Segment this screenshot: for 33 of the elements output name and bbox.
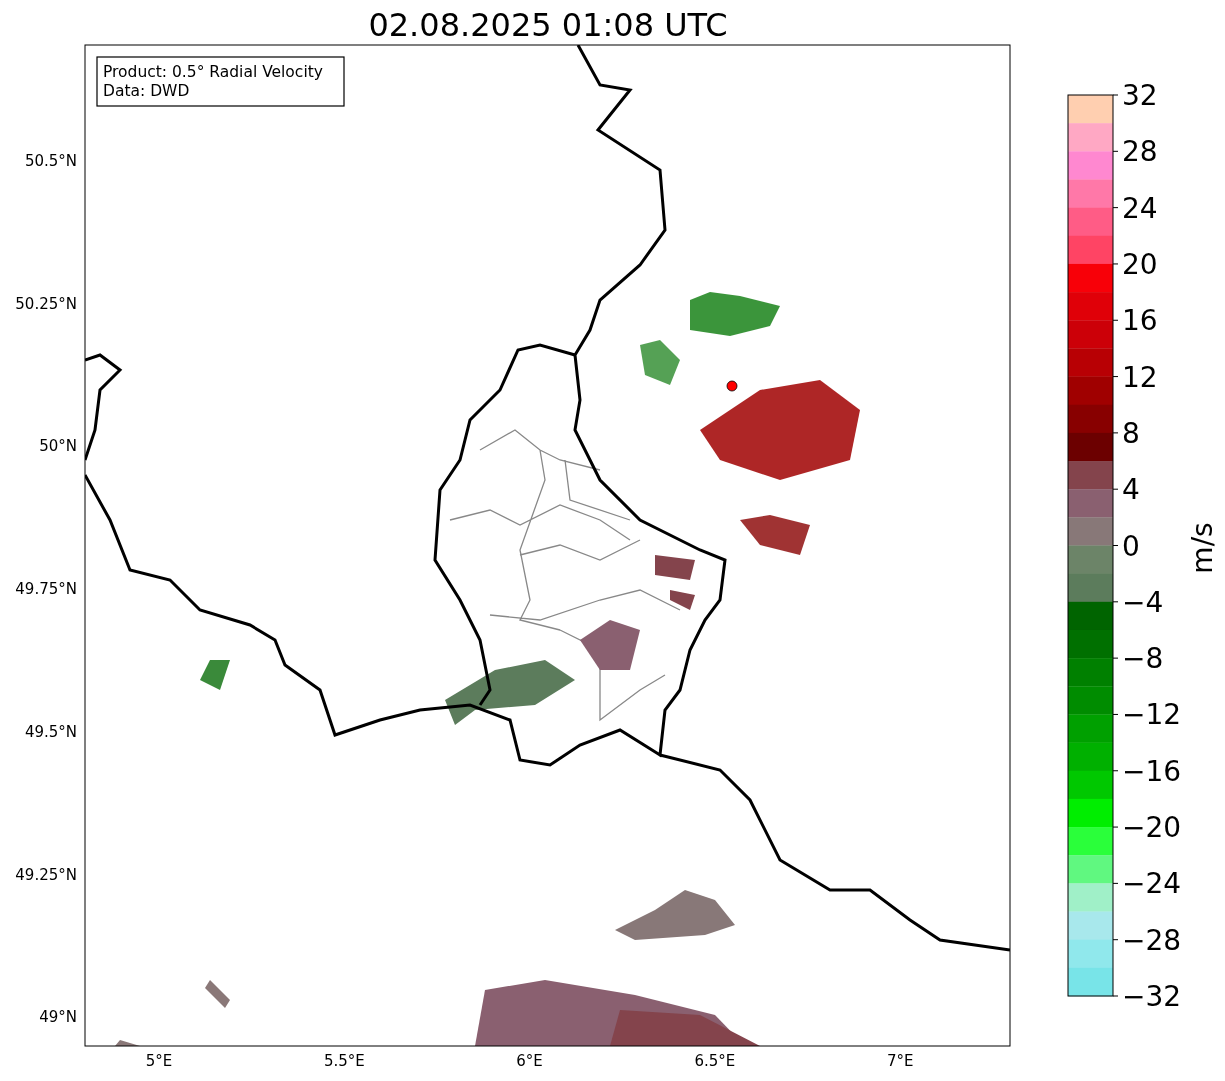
colorbar-tick-label: 16 [1122,304,1158,338]
colorbar-tick-label: 24 [1122,191,1158,225]
colorbar-tick-label: −32 [1122,980,1182,1013]
colorbar-tick-label: −24 [1122,867,1182,901]
colorbar-tick-label: −16 [1122,754,1182,788]
longitude-label: 7°E [886,1052,914,1070]
info-text: Data: DWD [103,82,190,100]
colorbar-tick-label: 20 [1122,247,1158,281]
latitude-label: 49°N [39,1008,77,1027]
colorbar-tick-label: −20 [1122,811,1182,845]
longitude-label: 5.5°E [323,1052,365,1070]
colorbar-tick-label: 4 [1122,473,1140,507]
chart-title: 02.08.2025 01:08 UTC [368,6,728,44]
longitude-label: 6.5°E [694,1052,736,1070]
longitude-label: 6°E [516,1052,543,1070]
latitude-label: 49.25°N [15,865,77,884]
latitude-label: 49.5°N [24,722,77,741]
longitude-label: 5°E [145,1052,173,1070]
info-text: Product: 0.5° Radial Velocity [103,63,323,81]
colorbar-tick-label: −12 [1122,698,1182,732]
colorbar-tick-label: −4 [1122,585,1164,619]
latitude-label: 49.75°N [15,580,77,599]
colorbar-tick-label: 0 [1122,529,1140,563]
colorbar-tick-label: −28 [1122,923,1182,957]
latitude-label: 50.25°N [15,294,77,313]
latitude-label: 50.5°N [24,152,77,170]
colorbar-tick-label: 32 [1122,79,1158,112]
colorbar-unit-label: m/s [1186,522,1219,574]
colorbar-tick-label: −8 [1122,642,1164,676]
latitude-label: 50°N [39,437,77,456]
colorbar-tick-label: 28 [1122,135,1158,169]
colorbar-tick-label: 8 [1122,416,1140,450]
colorbar-tick-label: 12 [1122,360,1158,394]
